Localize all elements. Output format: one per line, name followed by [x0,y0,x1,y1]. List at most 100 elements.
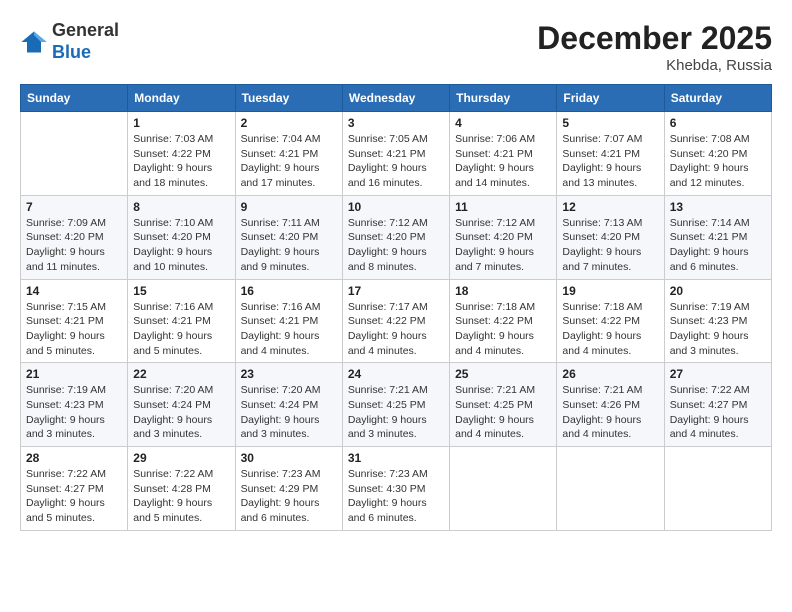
logo-icon [20,28,48,56]
day-info: Sunrise: 7:05 AMSunset: 4:21 PMDaylight:… [348,132,444,191]
day-info: Sunrise: 7:18 AMSunset: 4:22 PMDaylight:… [562,300,658,359]
calendar-week-row: 14Sunrise: 7:15 AMSunset: 4:21 PMDayligh… [21,279,772,363]
calendar-cell [557,447,664,531]
page-header: General Blue December 2025 Khebda, Russi… [20,20,772,74]
day-info: Sunrise: 7:06 AMSunset: 4:21 PMDaylight:… [455,132,551,191]
day-number: 13 [670,200,766,214]
day-number: 31 [348,451,444,465]
month-year-title: December 2025 [537,20,772,57]
day-info: Sunrise: 7:04 AMSunset: 4:21 PMDaylight:… [241,132,337,191]
calendar-cell: 6 Sunrise: 7:08 AMSunset: 4:20 PMDaylight… [664,112,771,196]
location-subtitle: Khebda, Russia [537,57,772,74]
day-info: Sunrise: 7:22 AMSunset: 4:28 PMDaylight:… [133,467,229,526]
calendar-cell [21,112,128,196]
calendar-cell: 12 Sunrise: 7:13 AMSunset: 4:20 PMDayligh… [557,195,664,279]
calendar-cell: 17Sunrise: 7:17 AMSunset: 4:22 PMDayligh… [342,279,449,363]
calendar-week-row: 7 Sunrise: 7:09 AMSunset: 4:20 PMDaylight… [21,195,772,279]
day-info: Sunrise: 7:09 AMSunset: 4:20 PMDaylight:… [26,216,122,275]
calendar-cell: 30 Sunrise: 7:23 AMSunset: 4:29 PMDayligh… [235,447,342,531]
day-info: Sunrise: 7:21 AMSunset: 4:25 PMDaylight:… [455,383,551,442]
day-number: 3 [348,116,444,130]
calendar-cell: 23Sunrise: 7:20 AMSunset: 4:24 PMDayligh… [235,363,342,447]
day-info: Sunrise: 7:16 AMSunset: 4:21 PMDaylight:… [241,300,337,359]
day-number: 1 [133,116,229,130]
day-number: 18 [455,284,551,298]
day-number: 2 [241,116,337,130]
day-number: 8 [133,200,229,214]
day-info: Sunrise: 7:21 AMSunset: 4:25 PMDaylight:… [348,383,444,442]
day-info: Sunrise: 7:13 AMSunset: 4:20 PMDaylight:… [562,216,658,275]
calendar-header-row: SundayMondayTuesdayWednesdayThursdayFrid… [21,85,772,112]
calendar-cell: 14Sunrise: 7:15 AMSunset: 4:21 PMDayligh… [21,279,128,363]
calendar-cell [664,447,771,531]
day-number: 27 [670,367,766,381]
weekday-header-friday: Friday [557,85,664,112]
weekday-header-monday: Monday [128,85,235,112]
calendar-cell: 28 Sunrise: 7:22 AMSunset: 4:27 PMDayligh… [21,447,128,531]
calendar-table: SundayMondayTuesdayWednesdayThursdayFrid… [20,84,772,531]
day-info: Sunrise: 7:19 AMSunset: 4:23 PMDaylight:… [670,300,766,359]
calendar-cell: 15 Sunrise: 7:16 AMSunset: 4:21 PMDayligh… [128,279,235,363]
calendar-cell: 5Sunrise: 7:07 AMSunset: 4:21 PMDaylight… [557,112,664,196]
weekday-header-thursday: Thursday [450,85,557,112]
calendar-cell: 10 Sunrise: 7:12 AMSunset: 4:20 PMDayligh… [342,195,449,279]
day-number: 12 [562,200,658,214]
day-number: 10 [348,200,444,214]
day-info: Sunrise: 7:19 AMSunset: 4:23 PMDaylight:… [26,383,122,442]
day-info: Sunrise: 7:03 AMSunset: 4:22 PMDaylight:… [133,132,229,191]
day-number: 22 [133,367,229,381]
calendar-week-row: 21Sunrise: 7:19 AMSunset: 4:23 PMDayligh… [21,363,772,447]
day-info: Sunrise: 7:08 AMSunset: 4:20 PMDaylight:… [670,132,766,191]
day-info: Sunrise: 7:12 AMSunset: 4:20 PMDaylight:… [455,216,551,275]
day-number: 16 [241,284,337,298]
weekday-header-saturday: Saturday [664,85,771,112]
calendar-cell: 22Sunrise: 7:20 AMSunset: 4:24 PMDayligh… [128,363,235,447]
calendar-cell: 25 Sunrise: 7:21 AMSunset: 4:25 PMDayligh… [450,363,557,447]
day-info: Sunrise: 7:22 AMSunset: 4:27 PMDaylight:… [670,383,766,442]
calendar-week-row: 1 Sunrise: 7:03 AMSunset: 4:22 PMDaylight… [21,112,772,196]
day-number: 4 [455,116,551,130]
calendar-body: 1 Sunrise: 7:03 AMSunset: 4:22 PMDaylight… [21,112,772,531]
day-info: Sunrise: 7:16 AMSunset: 4:21 PMDaylight:… [133,300,229,359]
calendar-cell: 2 Sunrise: 7:04 AMSunset: 4:21 PMDaylight… [235,112,342,196]
day-number: 30 [241,451,337,465]
day-number: 6 [670,116,766,130]
day-number: 7 [26,200,122,214]
calendar-cell: 1 Sunrise: 7:03 AMSunset: 4:22 PMDaylight… [128,112,235,196]
day-number: 14 [26,284,122,298]
day-number: 23 [241,367,337,381]
calendar-cell: 21Sunrise: 7:19 AMSunset: 4:23 PMDayligh… [21,363,128,447]
calendar-cell: 7 Sunrise: 7:09 AMSunset: 4:20 PMDaylight… [21,195,128,279]
day-number: 20 [670,284,766,298]
day-info: Sunrise: 7:12 AMSunset: 4:20 PMDaylight:… [348,216,444,275]
day-number: 26 [562,367,658,381]
day-info: Sunrise: 7:17 AMSunset: 4:22 PMDaylight:… [348,300,444,359]
day-info: Sunrise: 7:22 AMSunset: 4:27 PMDaylight:… [26,467,122,526]
calendar-cell: 9Sunrise: 7:11 AMSunset: 4:20 PMDaylight… [235,195,342,279]
day-info: Sunrise: 7:21 AMSunset: 4:26 PMDaylight:… [562,383,658,442]
day-info: Sunrise: 7:10 AMSunset: 4:20 PMDaylight:… [133,216,229,275]
day-number: 29 [133,451,229,465]
day-number: 24 [348,367,444,381]
weekday-header-sunday: Sunday [21,85,128,112]
calendar-cell: 4 Sunrise: 7:06 AMSunset: 4:21 PMDaylight… [450,112,557,196]
calendar-cell: 8 Sunrise: 7:10 AMSunset: 4:20 PMDaylight… [128,195,235,279]
calendar-week-row: 28 Sunrise: 7:22 AMSunset: 4:27 PMDayligh… [21,447,772,531]
day-info: Sunrise: 7:23 AMSunset: 4:29 PMDaylight:… [241,467,337,526]
calendar-cell: 19 Sunrise: 7:18 AMSunset: 4:22 PMDayligh… [557,279,664,363]
day-number: 28 [26,451,122,465]
calendar-cell: 3 Sunrise: 7:05 AMSunset: 4:21 PMDaylight… [342,112,449,196]
day-number: 19 [562,284,658,298]
day-number: 15 [133,284,229,298]
day-number: 9 [241,200,337,214]
weekday-header-wednesday: Wednesday [342,85,449,112]
calendar-cell: 11 Sunrise: 7:12 AMSunset: 4:20 PMDayligh… [450,195,557,279]
weekday-header-tuesday: Tuesday [235,85,342,112]
calendar-cell: 24 Sunrise: 7:21 AMSunset: 4:25 PMDayligh… [342,363,449,447]
day-number: 25 [455,367,551,381]
calendar-cell: 26 Sunrise: 7:21 AMSunset: 4:26 PMDayligh… [557,363,664,447]
calendar-cell: 29 Sunrise: 7:22 AMSunset: 4:28 PMDayligh… [128,447,235,531]
day-info: Sunrise: 7:18 AMSunset: 4:22 PMDaylight:… [455,300,551,359]
day-number: 11 [455,200,551,214]
calendar-cell: 20 Sunrise: 7:19 AMSunset: 4:23 PMDayligh… [664,279,771,363]
